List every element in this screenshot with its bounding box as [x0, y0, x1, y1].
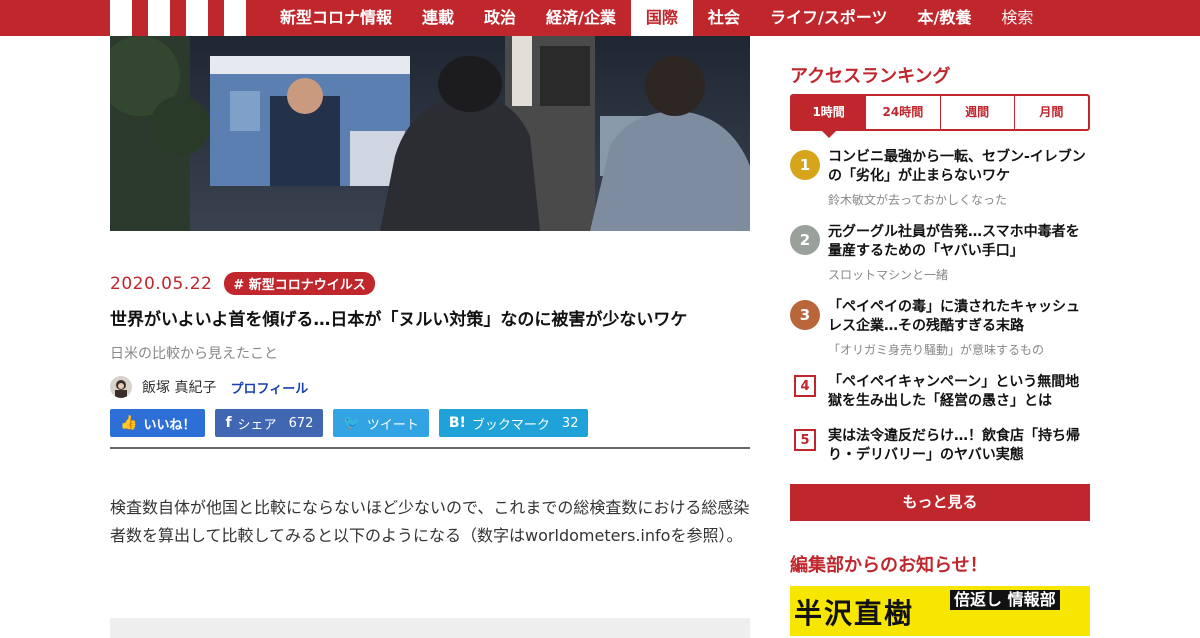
- nav-item-politics[interactable]: 政治: [469, 0, 531, 36]
- tab-24hours[interactable]: 24時間: [866, 96, 941, 129]
- more-button[interactable]: もっと見る: [790, 484, 1090, 521]
- nav-item-series[interactable]: 連載: [407, 0, 469, 36]
- article-meta: 2020.05.22 # 新型コロナウイルス: [110, 272, 375, 295]
- article-title: 世界がいよいよ首を傾げる…日本が「ヌルい対策」なのに被害が少ないワケ: [110, 310, 688, 330]
- hatena-b-icon: B!: [448, 415, 466, 431]
- ranking-item[interactable]: 4 「ペイペイキャンペーン」という無間地獄を生み出した「経営の愚さ」とは: [790, 373, 1090, 411]
- topic-tag[interactable]: # 新型コロナウイルス: [224, 272, 375, 295]
- rank-badge: 2: [790, 225, 820, 255]
- top-nav-bar: 新型コロナ情報 連載 政治 経済/企業 国際 社会 ライフ/スポーツ 本/教養 …: [0, 0, 1200, 36]
- ranking-tabs: 1時間 24時間 週間 月間: [790, 94, 1090, 138]
- nav-item-international[interactable]: 国際: [630, 0, 693, 36]
- tab-monthly[interactable]: 月間: [1015, 96, 1088, 129]
- ranking-title[interactable]: 実は法令違反だらけ…！飲食店「持ち帰り・デリバリー」のヤバい実態: [828, 427, 1090, 465]
- tab-weekly[interactable]: 週間: [941, 96, 1015, 129]
- facebook-share-button[interactable]: f シェア 672: [215, 409, 324, 437]
- notice-heading: 編集部からのお知らせ！: [790, 555, 988, 576]
- rank-badge: 3: [790, 300, 820, 330]
- ranking-item[interactable]: 3 「ペイペイの毒」に潰されたキャッシュレス企業…その残酷すぎる末路 「オリガミ…: [790, 298, 1090, 358]
- banner-title: 半沢直樹: [794, 597, 915, 630]
- nav-item-economy[interactable]: 経済/企業: [531, 0, 631, 36]
- site-logo[interactable]: [110, 0, 248, 36]
- hatena-bookmark-button[interactable]: B! ブックマーク 32: [438, 409, 589, 437]
- like-label: いいね！: [143, 417, 196, 433]
- thumbs-up-icon: 👍: [120, 415, 138, 431]
- rank-badge: 5: [794, 429, 816, 451]
- nav-item-society[interactable]: 社会: [693, 0, 755, 36]
- article-hero-image: [110, 36, 750, 231]
- tab-1hour[interactable]: 1時間: [792, 96, 867, 138]
- nav-item-books[interactable]: 本/教養: [902, 0, 986, 36]
- ranking-heading: アクセスランキング: [790, 66, 951, 87]
- facebook-count: 672: [288, 415, 314, 431]
- rank-badge: 1: [790, 150, 820, 180]
- rank-badge: 4: [794, 375, 816, 397]
- ranking-item[interactable]: 1 コンビニ最強から一転、セブン-イレブンの「劣化」が止まらないワケ 鈴木敏文が…: [790, 148, 1090, 208]
- article-body-paragraph: 検査数自体が他国と比較にならないほど少ないので、これまでの総検査数における総感染…: [110, 498, 750, 545]
- facebook-icon: f: [225, 415, 232, 431]
- ranking-item[interactable]: 2 元グーグル社員が告発…スマホ中毒者を量産するための「ヤバい手口」 スロットマ…: [790, 223, 1090, 283]
- content-box: [110, 618, 750, 638]
- ranking-item[interactable]: 5 実は法令違反だらけ…！飲食店「持ち帰り・デリバリー」のヤバい実態: [790, 427, 1090, 465]
- hatena-count: 32: [561, 415, 579, 431]
- promo-banner[interactable]: 半沢直樹 倍返し 情報部: [790, 586, 1090, 636]
- author-name[interactable]: 飯塚 真紀子: [142, 377, 216, 397]
- twitter-share-button[interactable]: 🐦 ツイート: [333, 409, 429, 437]
- ranking-subtitle: スロットマシンと一緒: [828, 268, 949, 282]
- ranking-title[interactable]: 元グーグル社員が告発…スマホ中毒者を量産するための「ヤバい手口」: [828, 223, 1090, 261]
- ranking-subtitle: 鈴木敏文が去っておかしくなった: [828, 193, 1008, 207]
- divider: [110, 447, 750, 449]
- article-date: 2020.05.22: [110, 273, 213, 294]
- article-subtitle: 日米の比較から見えたこと: [110, 346, 278, 362]
- like-button[interactable]: 👍 いいね！: [110, 409, 206, 437]
- facebook-label: シェア: [237, 417, 277, 433]
- profile-link[interactable]: プロフィール: [230, 378, 308, 397]
- ranking-title[interactable]: 「ペイペイの毒」に潰されたキャッシュレス企業…その残酷すぎる末路: [828, 298, 1090, 336]
- nav-item-corona[interactable]: 新型コロナ情報: [265, 0, 407, 36]
- main-nav: 新型コロナ情報 連載 政治 経済/企業 国際 社会 ライフ/スポーツ 本/教養 …: [265, 0, 1048, 36]
- nav-search[interactable]: 検索: [986, 0, 1048, 36]
- hatena-label: ブックマーク: [471, 417, 550, 433]
- nav-item-life-sports[interactable]: ライフ/スポーツ: [755, 0, 903, 36]
- ranking-title[interactable]: コンビニ最強から一転、セブン-イレブンの「劣化」が止まらないワケ: [828, 148, 1090, 186]
- banner-subtitle: 倍返し 情報部: [950, 590, 1060, 610]
- twitter-label: ツイート: [366, 417, 419, 433]
- ranking-title[interactable]: 「ペイペイキャンペーン」という無間地獄を生み出した「経営の愚さ」とは: [828, 373, 1090, 411]
- hero-photo: [110, 36, 750, 231]
- share-buttons: 👍 いいね！ f シェア 672 🐦 ツイート B! ブックマーク 32: [110, 409, 598, 437]
- author-avatar: [110, 376, 132, 398]
- author-row: 飯塚 真紀子 プロフィール: [110, 376, 308, 398]
- twitter-bird-icon: 🐦: [343, 415, 361, 431]
- ranking-subtitle: 「オリガミ身売り騒動」が意味するもの: [828, 343, 1045, 357]
